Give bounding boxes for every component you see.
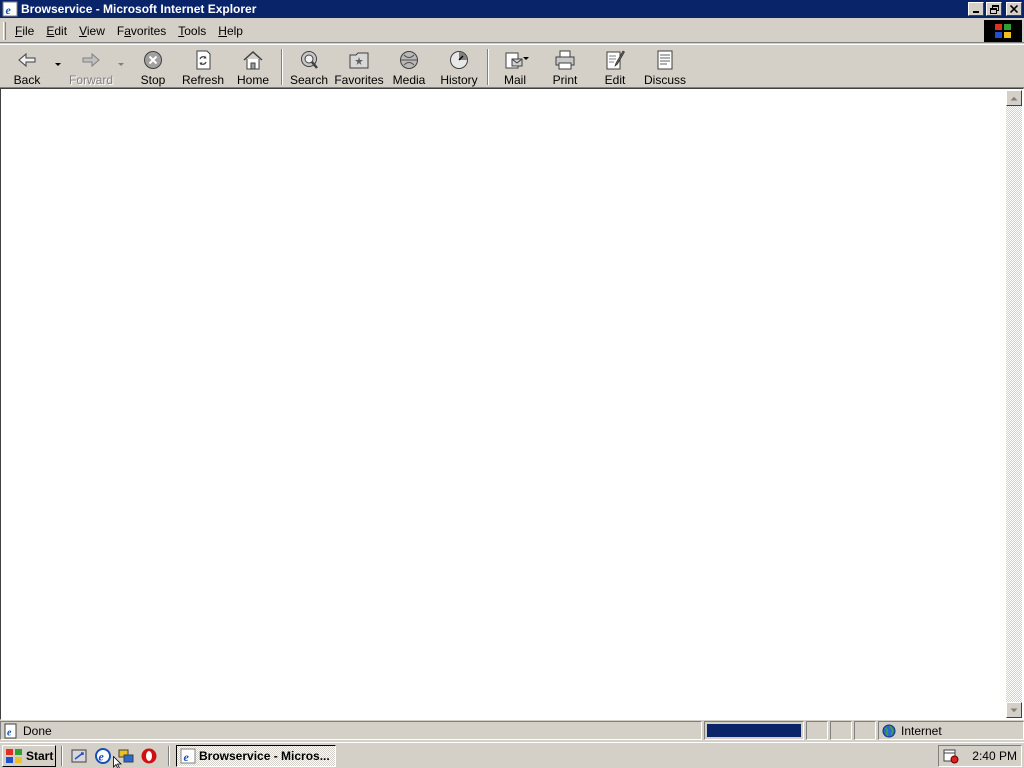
taskbar: Start e e Browservice - Micros... 2:40 P… — [0, 742, 1024, 768]
title-bar[interactable]: e Browservice - Microsoft Internet Explo… — [0, 0, 1024, 18]
status-panel-empty — [854, 721, 876, 740]
status-panel-empty — [806, 721, 828, 740]
scroll-down-button[interactable] — [1006, 702, 1022, 718]
back-button[interactable]: Back — [10, 47, 44, 87]
status-text-panel: e Done — [0, 721, 702, 740]
arrow-down-icon — [1010, 708, 1018, 712]
task-button-browservice[interactable]: e Browservice - Micros... — [176, 745, 336, 767]
print-button[interactable]: Print — [550, 47, 580, 87]
history-button[interactable]: History — [440, 47, 478, 87]
menu-favorites[interactable]: Favorites — [111, 22, 172, 40]
favorites-folder-icon — [349, 52, 369, 69]
back-dropdown-arrow[interactable] — [55, 63, 61, 66]
restore-button[interactable] — [986, 2, 1002, 16]
internet-globe-icon — [882, 724, 896, 737]
status-text: Done — [23, 723, 52, 738]
taskbar-separator — [61, 746, 63, 766]
mail-dropdown-arrow[interactable] — [523, 57, 529, 60]
status-panel-empty — [830, 721, 852, 740]
history-icon — [450, 51, 468, 69]
svg-text:e: e — [184, 750, 190, 764]
vertical-scrollbar[interactable] — [1006, 90, 1022, 718]
restore-icon — [989, 4, 999, 14]
windows-logo-icon — [995, 24, 1011, 38]
menu-grip[interactable] — [3, 21, 6, 40]
printer-icon — [555, 50, 575, 70]
show-desktop-icon[interactable] — [70, 747, 88, 765]
edit-button[interactable]: Edit — [600, 47, 630, 87]
search-button[interactable]: Search — [290, 47, 328, 87]
svg-text:e: e — [99, 750, 105, 764]
media-icon — [400, 51, 418, 69]
scheduler-tray-icon[interactable] — [943, 748, 959, 764]
ie-icon: e — [2, 1, 18, 17]
mail-button[interactable]: Mail — [498, 47, 532, 87]
window-title: Browservice - Microsoft Internet Explore… — [21, 2, 257, 16]
windows-start-icon — [6, 749, 22, 763]
minimize-icon — [973, 11, 979, 13]
menu-help[interactable]: Help — [212, 22, 249, 40]
media-button[interactable]: Media — [390, 47, 428, 87]
menu-edit[interactable]: Edit — [40, 22, 73, 40]
ie-icon: e — [180, 748, 196, 764]
minimize-button[interactable] — [968, 2, 984, 16]
zone-panel[interactable]: Internet — [878, 721, 1024, 740]
internet-explorer-icon[interactable]: e — [94, 747, 112, 765]
opera-icon[interactable] — [140, 747, 158, 765]
discuss-button[interactable]: Discuss — [644, 47, 686, 87]
refresh-icon — [196, 50, 211, 70]
standard-toolbar: Back Forward Stop Refresh Home Search Fa… — [0, 44, 1024, 88]
toolbar-separator — [281, 49, 283, 85]
stop-button[interactable]: Stop — [138, 47, 168, 87]
status-bar: e Done Internet — [0, 721, 1024, 741]
edit-page-icon — [606, 50, 625, 70]
close-button[interactable] — [1006, 2, 1022, 16]
discuss-icon — [657, 50, 673, 70]
menu-bar: File Edit View Favorites Tools Help — [0, 19, 1024, 43]
search-icon — [301, 51, 318, 69]
forward-dropdown-arrow[interactable] — [118, 63, 124, 66]
progress-panel — [704, 721, 804, 740]
forward-arrow-icon — [82, 52, 100, 68]
arrow-up-icon — [1010, 96, 1018, 100]
zone-label: Internet — [901, 723, 942, 738]
page-done-icon: e — [4, 723, 17, 738]
svg-text:e: e — [6, 3, 12, 17]
page-content[interactable] — [2, 90, 1006, 718]
start-button[interactable]: Start — [2, 745, 56, 767]
menu-view[interactable]: View — [73, 22, 111, 40]
taskbar-separator — [168, 746, 170, 766]
stop-icon — [144, 51, 162, 69]
windows-logo-throbber — [984, 20, 1022, 42]
progress-bar — [707, 724, 801, 737]
back-arrow-icon — [18, 52, 36, 68]
home-button[interactable]: Home — [236, 47, 270, 87]
forward-button[interactable]: Forward — [69, 47, 113, 87]
system-tray: 2:40 PM — [938, 745, 1022, 767]
menu-tools[interactable]: Tools — [172, 22, 212, 40]
clock[interactable]: 2:40 PM — [972, 749, 1017, 763]
favorites-button[interactable]: Favorites — [334, 47, 384, 87]
close-icon — [1010, 5, 1018, 13]
mail-icon — [505, 52, 523, 69]
browser-viewport — [0, 88, 1024, 720]
home-icon — [243, 50, 263, 70]
refresh-button[interactable]: Refresh — [182, 47, 224, 87]
toolbar-separator — [487, 49, 489, 85]
svg-text:e: e — [7, 727, 12, 738]
scroll-up-button[interactable] — [1006, 90, 1022, 106]
menu-file[interactable]: File — [9, 22, 40, 40]
mouse-cursor-icon — [113, 756, 122, 768]
